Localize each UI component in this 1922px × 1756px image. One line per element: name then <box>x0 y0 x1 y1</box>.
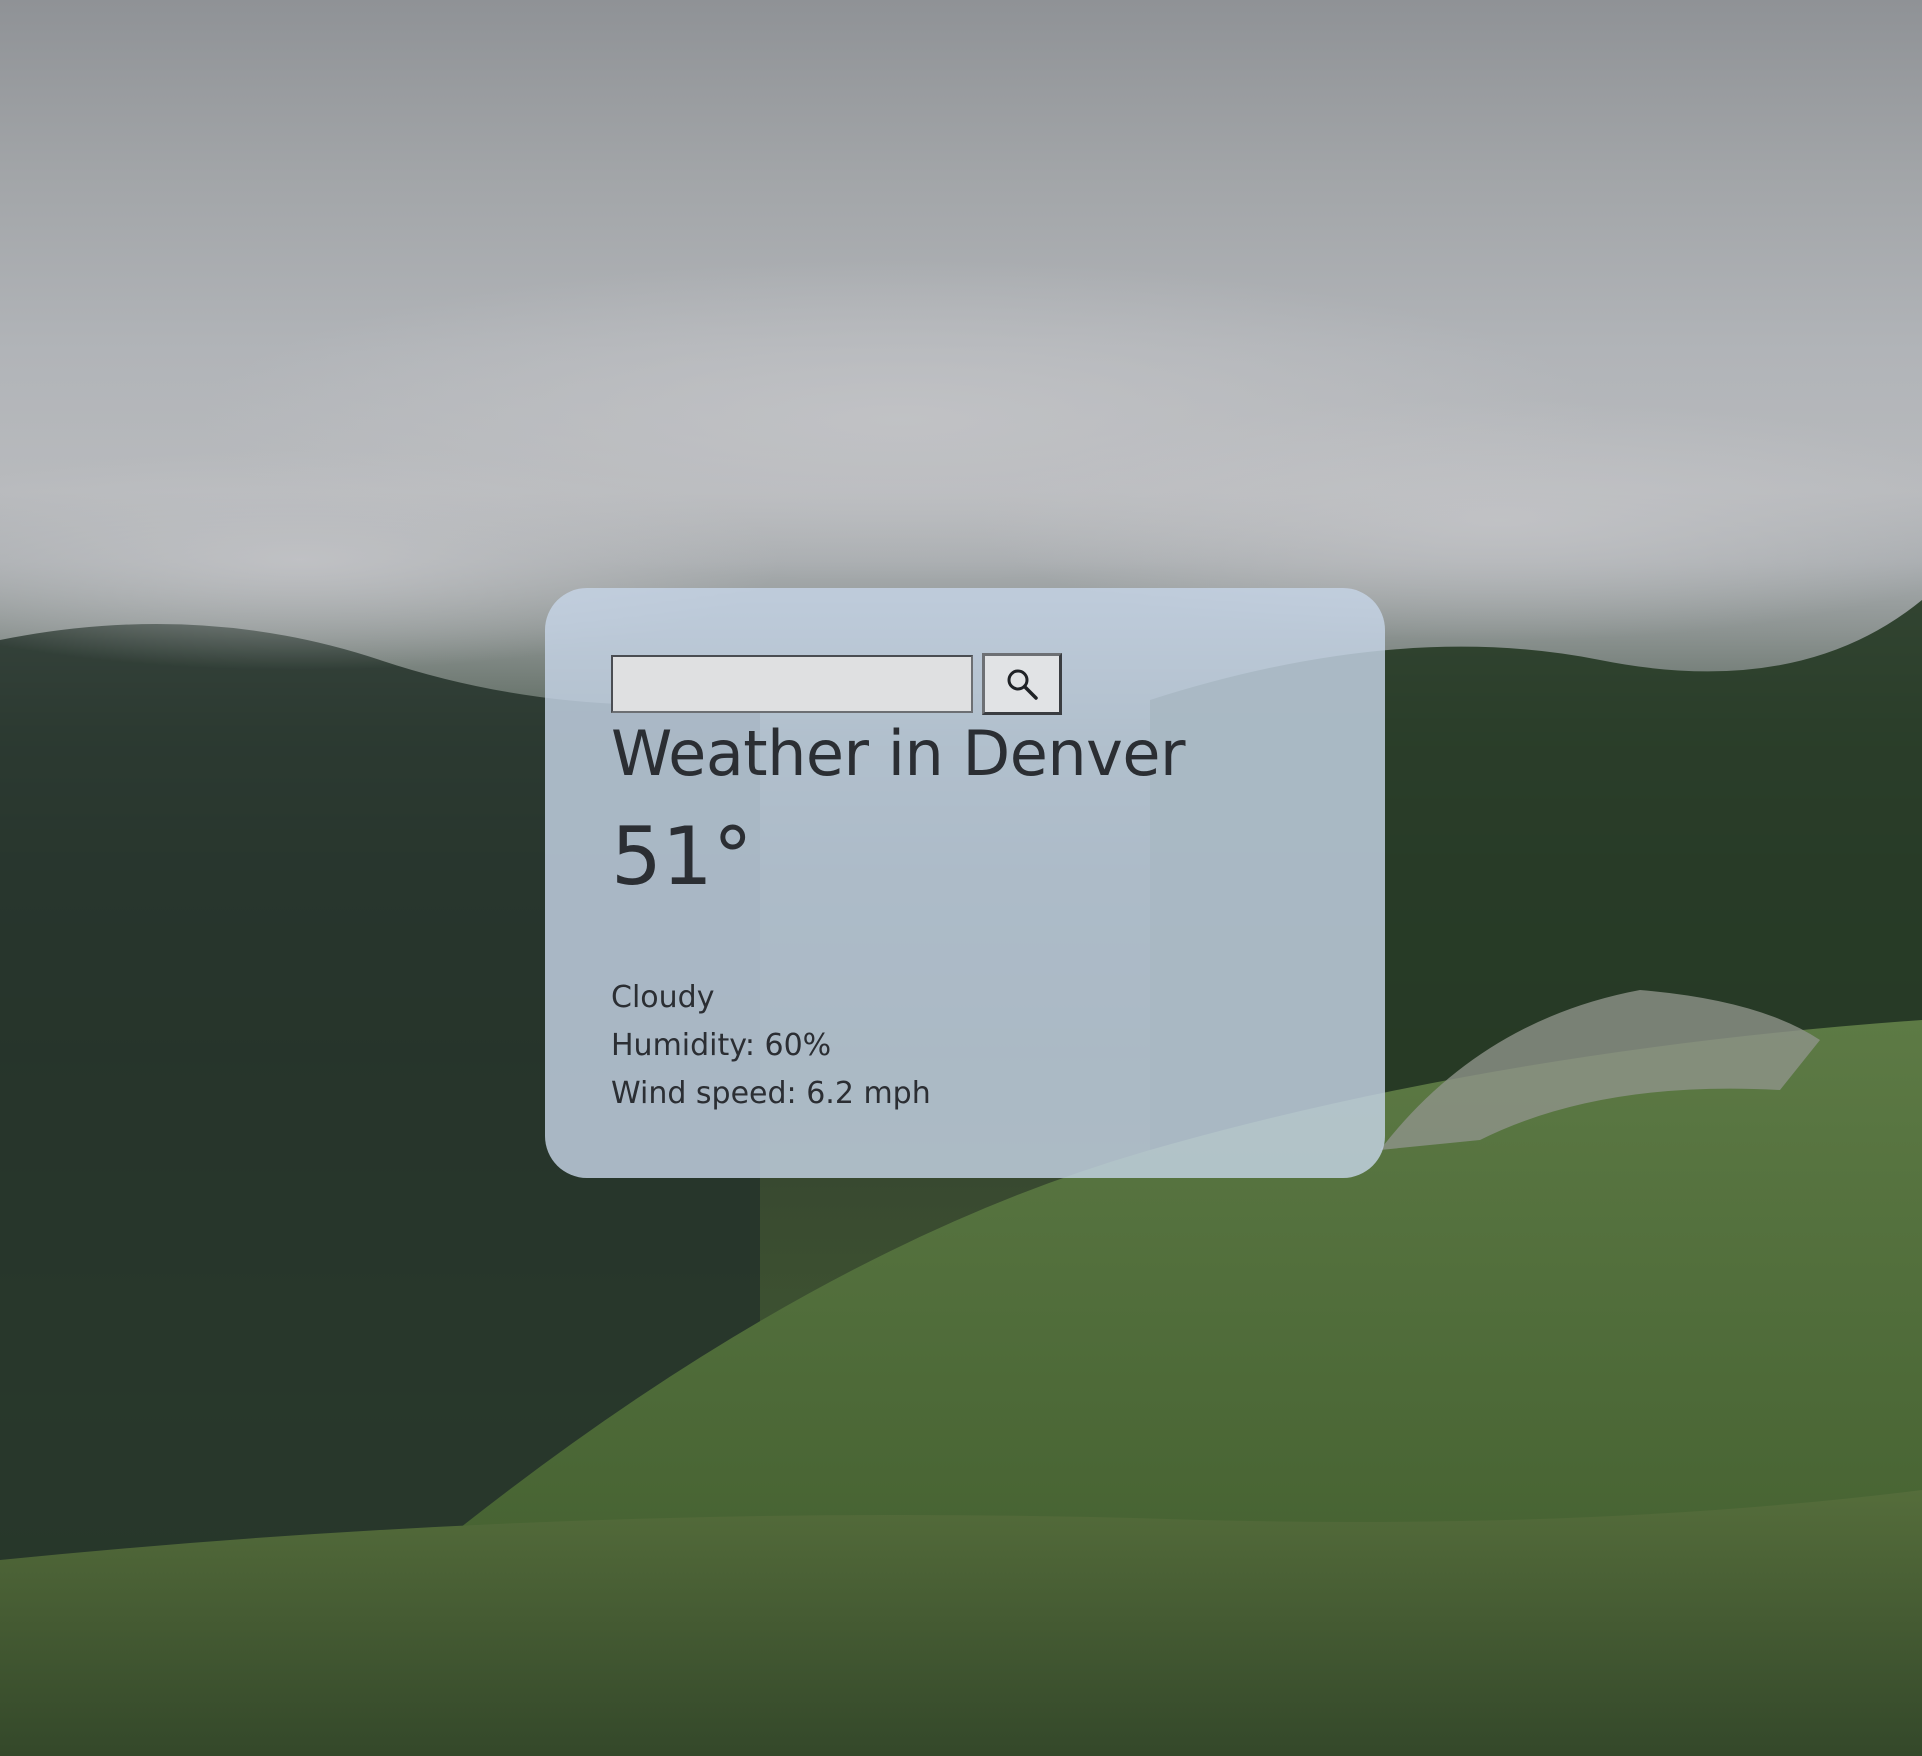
wind-speed-text: Wind speed: 6.2 mph <box>611 1076 931 1111</box>
search-input[interactable] <box>611 655 973 713</box>
temperature: 51° <box>611 810 753 903</box>
weather-card: Weather in Denver 51° Cloudy Humidity: 6… <box>545 588 1385 1178</box>
search-icon <box>1005 667 1039 701</box>
search-bar <box>611 653 1385 715</box>
search-button[interactable] <box>982 653 1062 715</box>
city-title: Weather in Denver <box>611 717 1186 790</box>
weather-details: Cloudy Humidity: 60% Wind speed: 6.2 mph <box>611 974 1385 1118</box>
weather-description: Cloudy <box>611 980 715 1015</box>
humidity-text: Humidity: 60% <box>611 1028 832 1063</box>
